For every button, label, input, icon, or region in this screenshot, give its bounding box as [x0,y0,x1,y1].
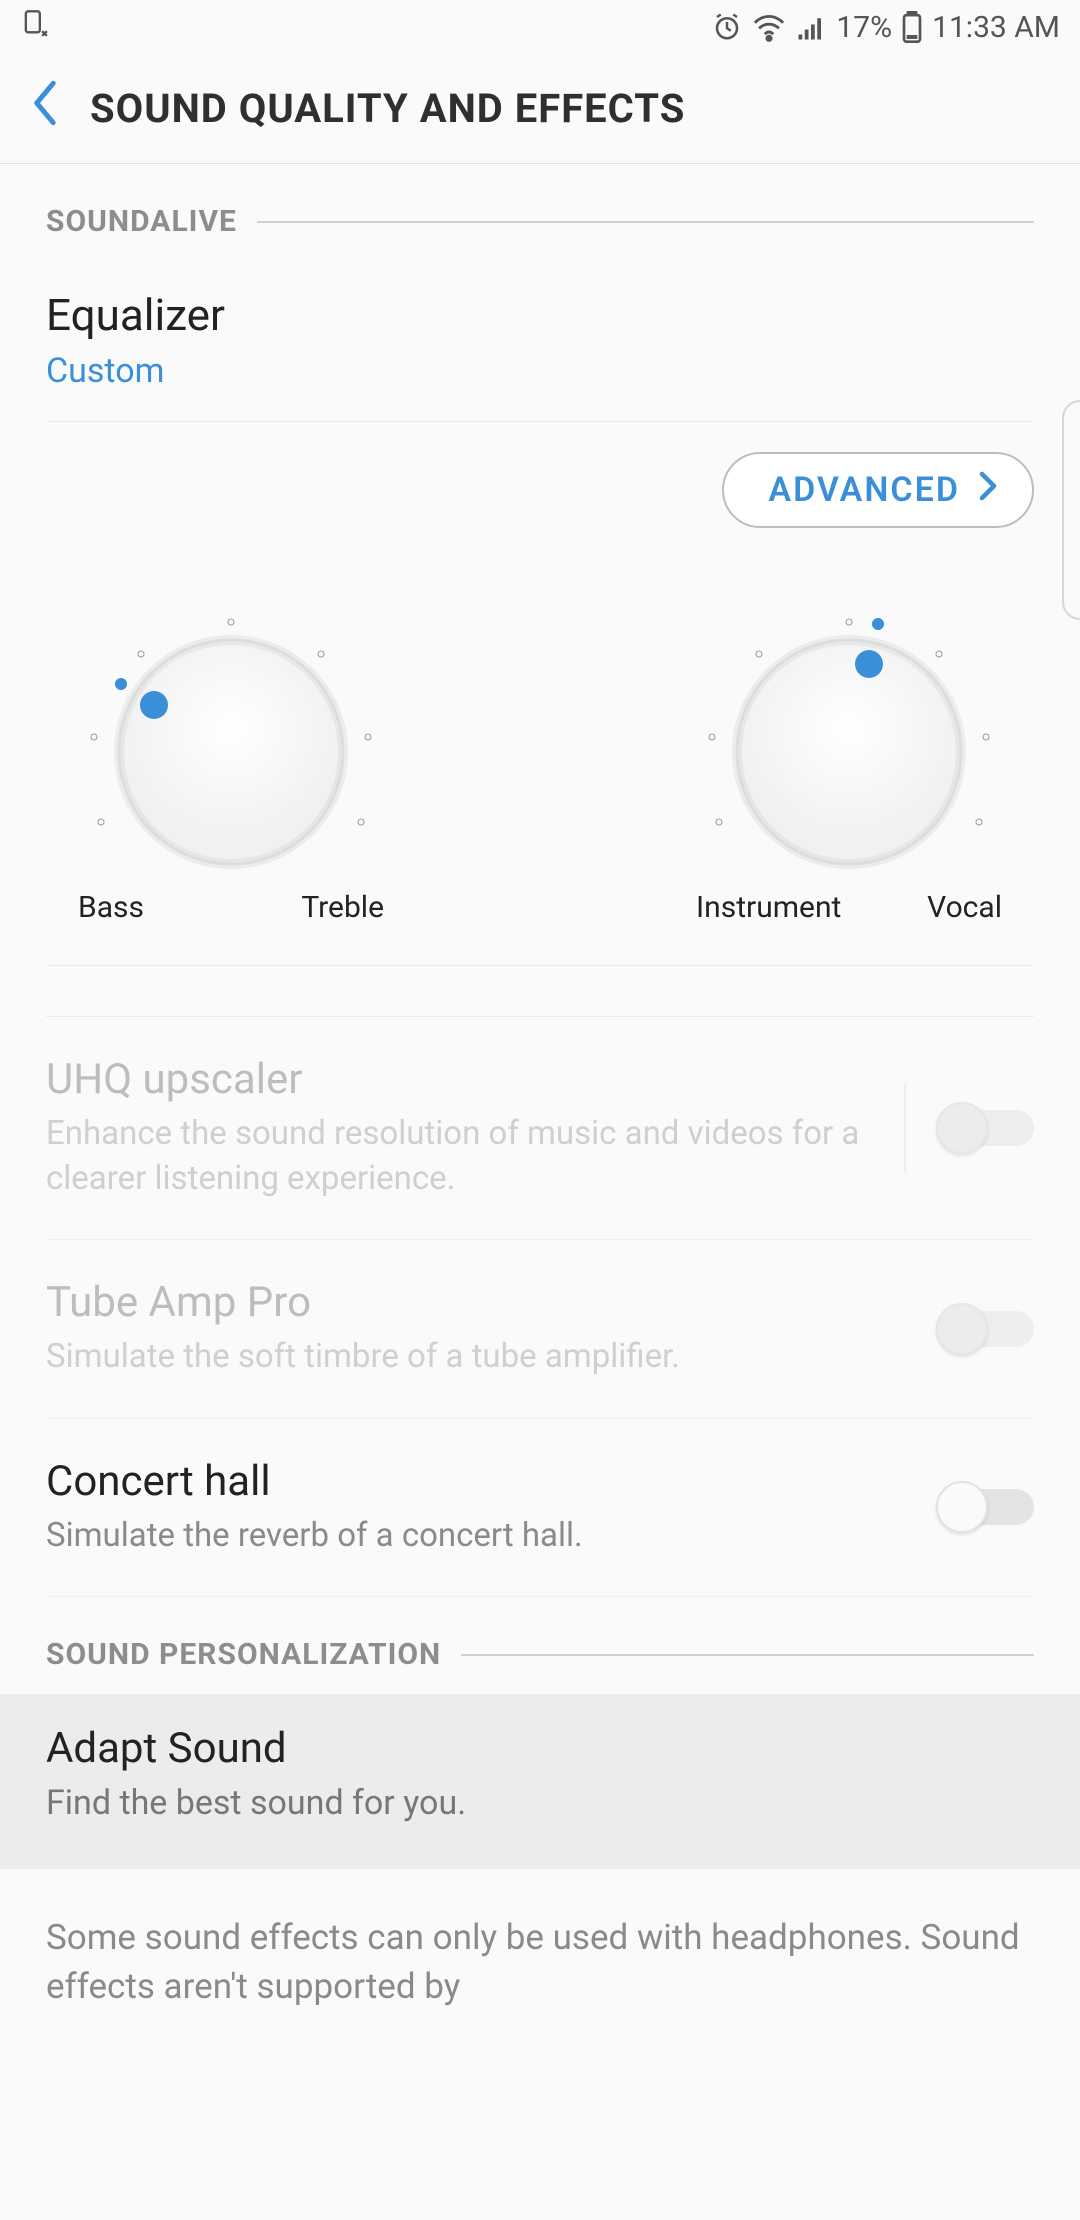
divider-icon [257,221,1034,223]
concert-desc: Simulate the reverb of a concert hall. [46,1514,906,1559]
tube-amp-row: Tube Amp Pro Simulate the soft timbre of… [46,1240,1034,1419]
uhq-title: UHQ upscaler [46,1055,874,1104]
concert-toggle[interactable] [936,1481,1034,1533]
instrument-vocal-dial[interactable]: Instrument Vocal [684,592,1014,925]
section-label: SOUND PERSONALIZATION [46,1637,441,1672]
equalizer-setting[interactable]: Equalizer Custom [46,239,1034,422]
section-header-personalization: SOUND PERSONALIZATION [46,1597,1034,1672]
adapt-sound-row[interactable]: Adapt Sound Find the best sound for you. [0,1694,1080,1869]
tube-title: Tube Amp Pro [46,1278,906,1327]
divider-icon [461,1654,1034,1656]
sim-alert-icon [20,9,48,45]
alarm-icon [712,12,742,42]
battery-icon [902,11,922,43]
tone-dials: Bass Treble Instrument [46,542,1034,966]
concert-title: Concert hall [46,1457,906,1506]
status-bar: 17% 11:33 AM [0,0,1080,54]
dial-left-high: Treble [301,890,384,925]
dial-right-high: Vocal [927,890,1002,925]
equalizer-value: Custom [46,351,1034,391]
section-header-soundalive: SOUNDALIVE [46,164,1034,239]
tube-toggle [936,1303,1034,1355]
chevron-right-icon [978,470,998,510]
adapt-desc: Find the best sound for you. [46,1781,1034,1827]
page-title: SOUND QUALITY AND EFFECTS [90,85,685,132]
footnote-text: Some sound effects can only be used with… [0,1869,1080,2011]
dial-right-low: Instrument [696,890,841,925]
clock-text: 11:33 AM [932,10,1060,45]
bass-treble-dial[interactable]: Bass Treble [66,592,396,925]
tube-desc: Simulate the soft timbre of a tube ampli… [46,1335,906,1380]
uhq-desc: Enhance the sound resolution of music an… [46,1112,874,1201]
uhq-toggle [936,1102,1034,1154]
edge-panel-handle[interactable] [1062,400,1080,620]
section-label: SOUNDALIVE [46,204,237,239]
concert-hall-row[interactable]: Concert hall Simulate the reverb of a co… [46,1419,1034,1598]
advanced-button[interactable]: ADVANCED [722,452,1034,528]
uhq-upscaler-row: UHQ upscaler Enhance the sound resolutio… [46,1016,1034,1240]
signal-icon [796,12,826,42]
battery-percent: 17% [836,10,892,45]
wifi-icon [752,12,786,42]
equalizer-title: Equalizer [46,289,1034,341]
dial-left-low: Bass [78,890,144,925]
divider-icon [904,1083,906,1173]
adapt-title: Adapt Sound [46,1724,1034,1773]
advanced-label: ADVANCED [768,470,960,510]
back-button[interactable] [30,80,60,138]
app-bar: SOUND QUALITY AND EFFECTS [0,54,1080,164]
